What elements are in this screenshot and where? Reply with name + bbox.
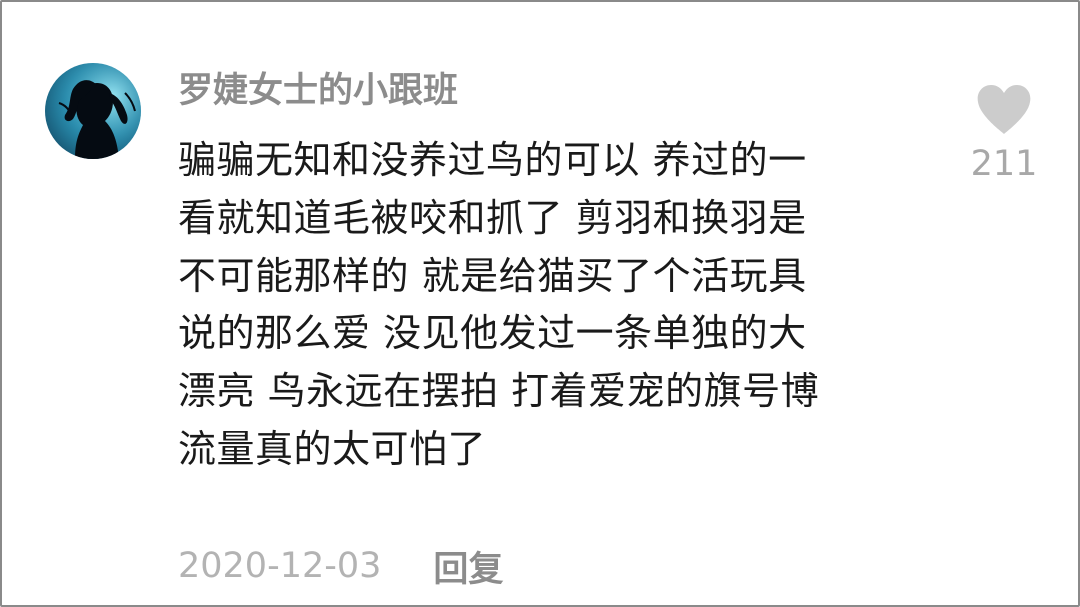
comment-line: 漂亮 鸟永远在摆拍 打着爱宠的旗号博 xyxy=(178,369,820,414)
comment-line: 说的那么爱 没见他发过一条单独的大 xyxy=(178,311,807,356)
avatar[interactable] xyxy=(45,63,141,159)
avatar-silhouette-icon xyxy=(45,63,141,159)
comment-date: 2020-12-03 xyxy=(178,546,382,586)
comment-meta: 2020-12-03 回复 xyxy=(178,541,503,592)
comment-line: 流量真的太可怕了 xyxy=(178,426,487,471)
reply-button[interactable]: 回复 xyxy=(433,541,503,592)
comment-line: 不可能那样的 就是给猫买了个活玩具 xyxy=(178,253,807,298)
heart-icon[interactable] xyxy=(976,84,1032,136)
comment-text: 骗骗无知和没养过鸟的可以 养过的一 看就知道毛被咬和抓了 剪羽和换羽是 不可能那… xyxy=(178,132,938,479)
username[interactable]: 罗婕女士的小跟班 xyxy=(178,68,458,114)
like-button[interactable]: 211 xyxy=(968,84,1040,186)
comment-line: 看就知道毛被咬和抓了 剪羽和换羽是 xyxy=(178,195,807,240)
comment-line: 骗骗无知和没养过鸟的可以 养过的一 xyxy=(178,138,807,182)
like-count: 211 xyxy=(970,144,1038,184)
